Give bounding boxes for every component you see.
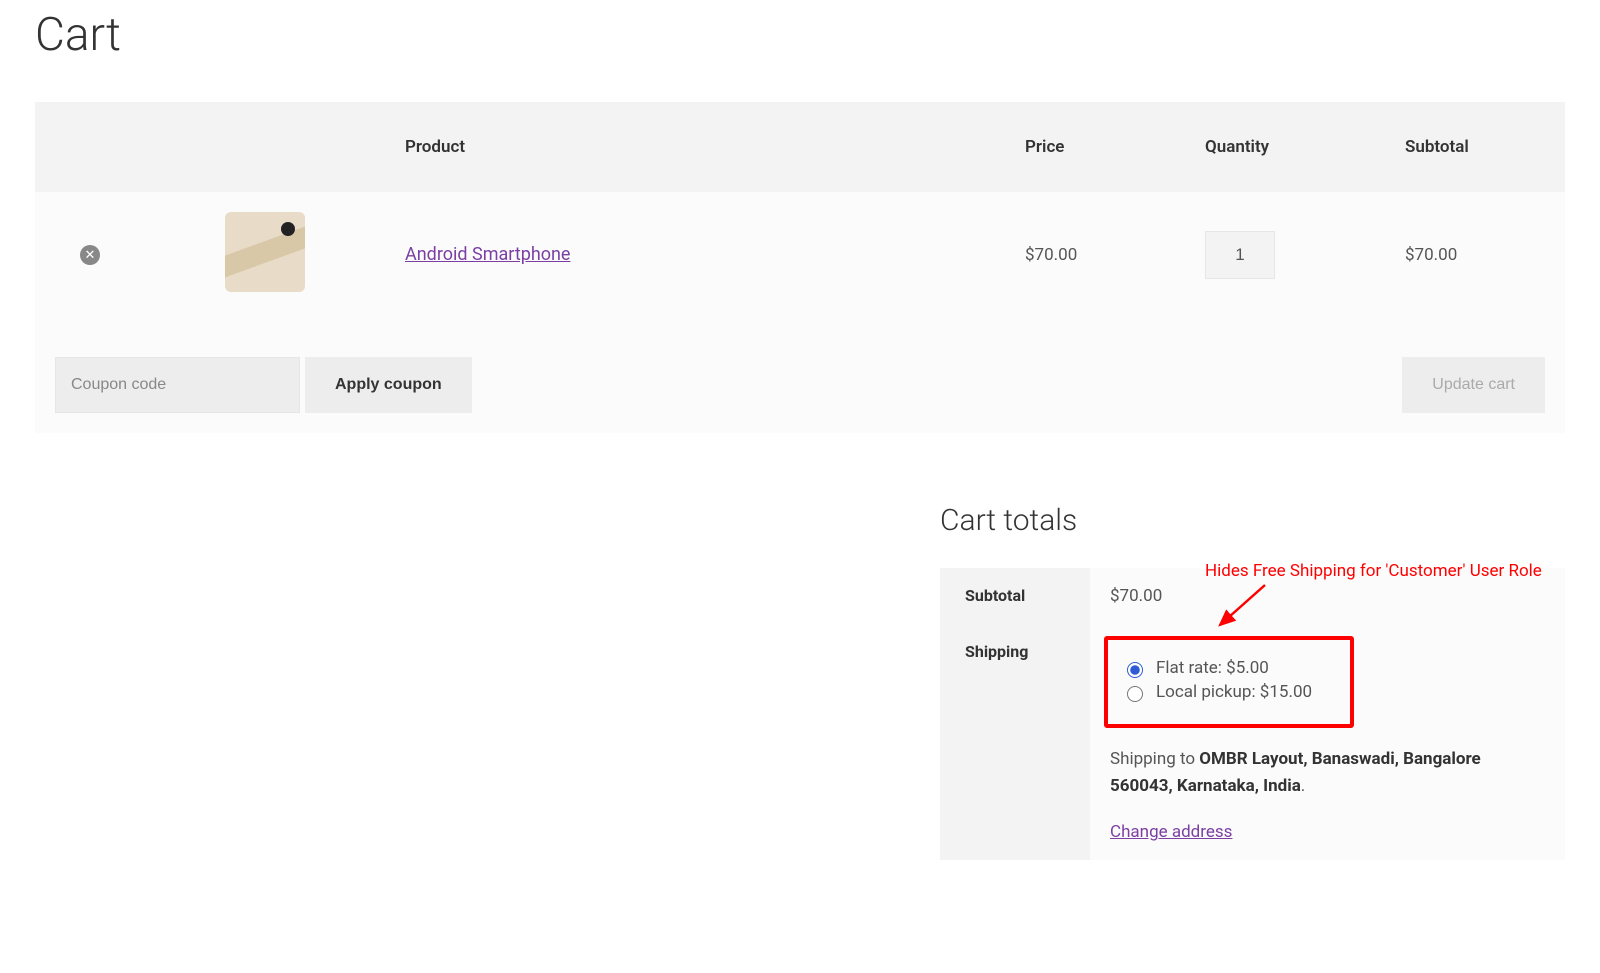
product-thumbnail[interactable]	[225, 212, 305, 292]
flat-rate-label: Flat rate: $5.00	[1156, 658, 1269, 678]
shipping-option-local-pickup[interactable]: Local pickup: $15.00	[1122, 682, 1332, 702]
spacer	[472, 357, 1403, 413]
remove-item-button[interactable]: ✕	[80, 245, 100, 265]
annotation-arrow-icon	[1215, 585, 1275, 645]
quantity-input[interactable]	[1205, 231, 1275, 279]
shipping-to-text: Shipping to OMBR Layout, Banaswadi, Bang…	[1110, 746, 1545, 800]
col-product-header: Product	[385, 102, 1005, 192]
table-header-row: Product Price Quantity Subtotal	[35, 102, 1565, 192]
shipping-to-prefix: Shipping to	[1110, 749, 1199, 769]
annotation-text: Hides Free Shipping for 'Customer' User …	[1205, 561, 1542, 581]
product-link[interactable]: Android Smartphone	[405, 244, 570, 265]
col-thumb-header	[145, 102, 385, 192]
shipping-option-flat-rate[interactable]: Flat rate: $5.00	[1122, 658, 1332, 678]
subtotal-label: Subtotal	[940, 568, 1090, 624]
coupon-input[interactable]	[55, 357, 300, 413]
actions-row: Apply coupon Update cart	[35, 317, 1565, 433]
cart-totals: Hides Free Shipping for 'Customer' User …	[940, 503, 1565, 860]
local-pickup-radio[interactable]	[1127, 686, 1143, 702]
col-remove-header	[35, 102, 145, 192]
cart-totals-heading: Cart totals	[940, 503, 1565, 538]
change-address-link[interactable]: Change address	[1110, 822, 1232, 842]
actions-bar: Apply coupon Update cart	[55, 357, 1545, 413]
table-row: ✕ Android Smartphone $70.00 $70.00	[35, 192, 1565, 317]
update-cart-button[interactable]: Update cart	[1402, 357, 1545, 413]
flat-rate-radio[interactable]	[1127, 662, 1143, 678]
apply-coupon-button[interactable]: Apply coupon	[305, 357, 472, 413]
cart-table: Product Price Quantity Subtotal ✕ Androi…	[35, 102, 1565, 433]
shipping-label: Shipping	[940, 624, 1090, 860]
price-cell: $70.00	[1005, 192, 1185, 317]
col-price-header: Price	[1005, 102, 1185, 192]
col-subtotal-header: Subtotal	[1385, 102, 1565, 192]
shipping-options-box: Flat rate: $5.00 Local pickup: $15.00	[1104, 636, 1354, 728]
col-qty-header: Quantity	[1185, 102, 1385, 192]
local-pickup-label: Local pickup: $15.00	[1156, 682, 1312, 702]
subtotal-cell: $70.00	[1385, 192, 1565, 317]
page-title: Cart	[35, 8, 1565, 62]
